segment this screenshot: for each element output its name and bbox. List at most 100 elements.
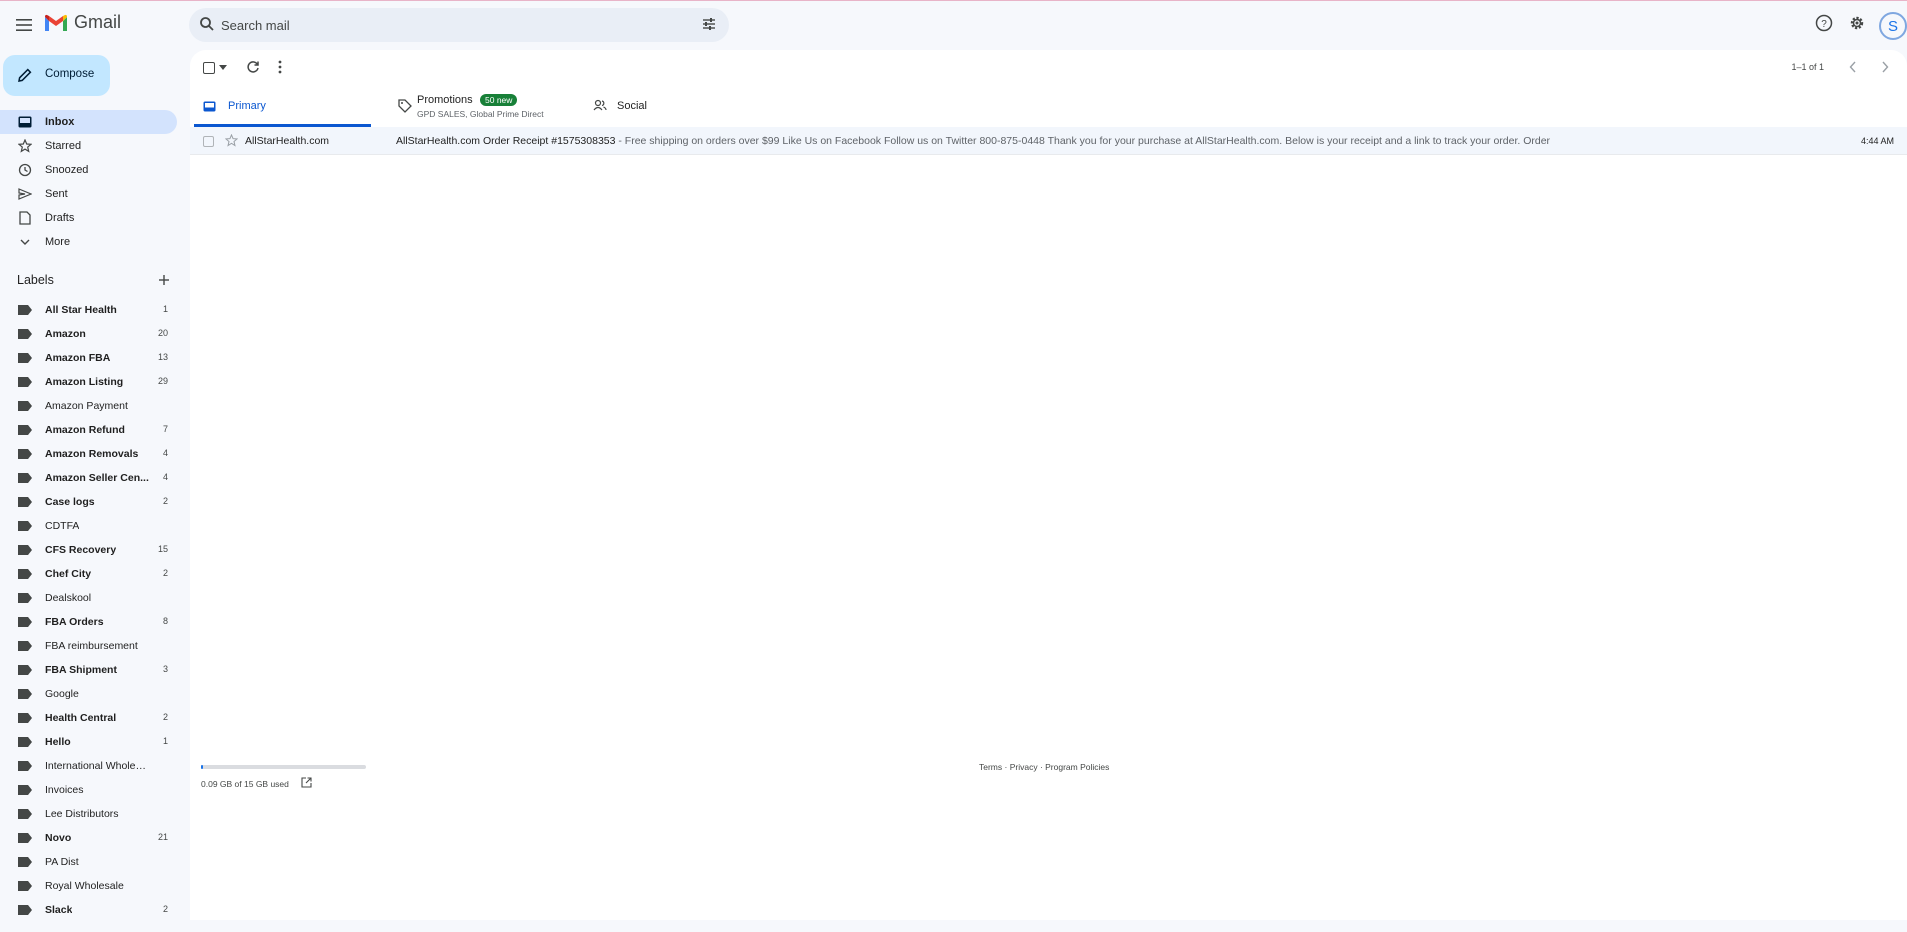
label-tag-icon bbox=[18, 401, 32, 411]
label-item[interactable]: Case logs 2 bbox=[0, 490, 178, 514]
label-item[interactable]: Amazon Refund 7 bbox=[0, 418, 178, 442]
label-tag-icon bbox=[18, 521, 32, 531]
search-input[interactable] bbox=[221, 8, 661, 42]
label-item[interactable]: Amazon Listing 29 bbox=[0, 370, 178, 394]
label-item[interactable]: Amazon Removals 4 bbox=[0, 442, 178, 466]
label-item[interactable]: Lee Distributors bbox=[0, 802, 178, 826]
toolbar: 1–1 of 1 bbox=[190, 50, 1907, 85]
nav-label: Sent bbox=[45, 188, 68, 200]
email-time: 4:44 AM bbox=[1860, 136, 1894, 146]
tab-primary[interactable]: Primary bbox=[194, 85, 371, 127]
label-item[interactable]: FBA reimbursement bbox=[0, 634, 178, 658]
label-tag-icon bbox=[18, 641, 32, 651]
tab-social[interactable]: Social bbox=[584, 85, 761, 127]
label-count: 20 bbox=[157, 328, 168, 338]
footer-links: Terms · Privacy · Program Policies bbox=[979, 762, 1109, 772]
terms-link[interactable]: Terms bbox=[979, 762, 1002, 772]
search-options-icon[interactable] bbox=[701, 16, 717, 32]
label-name: Amazon Seller Cen... bbox=[45, 472, 149, 484]
label-name: Lee Distributors bbox=[45, 808, 119, 820]
privacy-link[interactable]: Privacy bbox=[1010, 762, 1038, 772]
label-item[interactable]: PA Dist bbox=[0, 850, 178, 874]
open-in-new-icon[interactable] bbox=[301, 777, 312, 788]
label-count: 1 bbox=[162, 304, 168, 314]
hamburger-icon bbox=[16, 19, 32, 31]
nav-item-inbox[interactable]: Inbox bbox=[0, 110, 177, 134]
row-checkbox[interactable] bbox=[203, 136, 214, 147]
nav-item-drafts[interactable]: Drafts bbox=[0, 206, 177, 230]
label-item[interactable]: All Star Health 1 bbox=[0, 298, 178, 322]
select-caret-icon[interactable] bbox=[219, 65, 227, 70]
label-item[interactable]: Amazon Seller Cen... 4 bbox=[0, 466, 178, 490]
label-tag-icon bbox=[18, 857, 32, 867]
nav-item-starred[interactable]: Starred bbox=[0, 134, 177, 158]
label-item[interactable]: Amazon Payment bbox=[0, 394, 178, 418]
inbox-icon bbox=[203, 100, 216, 115]
label-name: PA Dist bbox=[45, 856, 79, 868]
new-count-badge: 50 new bbox=[480, 94, 518, 106]
label-item[interactable]: Google bbox=[0, 682, 178, 706]
nav-item-sent[interactable]: Sent bbox=[0, 182, 177, 206]
select-all-checkbox[interactable] bbox=[203, 62, 215, 74]
email-row[interactable]: AllStarHealth.com AllStarHealth.com Orde… bbox=[190, 127, 1907, 155]
label-item[interactable]: FBA Shipment 3 bbox=[0, 658, 178, 682]
storage-text: 0.09 GB of 15 GB used bbox=[201, 779, 289, 789]
label-count: 2 bbox=[162, 496, 168, 506]
email-snippet: AllStarHealth.com Order Receipt #1575308… bbox=[396, 135, 1550, 147]
label-item[interactable]: International Wholesale bbox=[0, 754, 178, 778]
label-item[interactable]: CFS Recovery 15 bbox=[0, 538, 178, 562]
label-item[interactable]: Invoices bbox=[0, 778, 178, 802]
label-item[interactable]: Chef City 2 bbox=[0, 562, 178, 586]
inbox-icon bbox=[18, 115, 32, 129]
label-item[interactable]: Novo 21 bbox=[0, 826, 178, 850]
label-tag-icon bbox=[18, 881, 32, 891]
add-label-icon[interactable] bbox=[157, 273, 171, 287]
label-tag-icon bbox=[18, 569, 32, 579]
tab-promotions[interactable]: Promotions 50 new GPD SALES, Global Prim… bbox=[389, 85, 566, 127]
search-icon[interactable] bbox=[199, 16, 215, 32]
more-vert-icon[interactable] bbox=[278, 60, 282, 74]
label-name: Case logs bbox=[45, 496, 95, 508]
gmail-m-icon bbox=[45, 14, 67, 31]
nav-label: More bbox=[45, 236, 71, 248]
main-panel: 1–1 of 1 Primary Promotions 50 new GPD S… bbox=[190, 50, 1907, 920]
compose-button[interactable]: Compose bbox=[3, 55, 110, 96]
label-name: FBA Orders bbox=[45, 616, 104, 628]
label-item[interactable]: Amazon FBA 13 bbox=[0, 346, 178, 370]
label-item[interactable]: FBA Orders 8 bbox=[0, 610, 178, 634]
label-tag-icon bbox=[18, 545, 32, 555]
help-icon[interactable]: ? bbox=[1815, 14, 1833, 32]
label-item[interactable]: CDTFA bbox=[0, 514, 178, 538]
label-item[interactable]: Dealskool bbox=[0, 586, 178, 610]
label-item[interactable]: Royal Wholesale bbox=[0, 874, 178, 898]
label-item[interactable]: Health Central 2 bbox=[0, 706, 178, 730]
label-tag-icon bbox=[18, 689, 32, 699]
label-count: 7 bbox=[162, 424, 168, 434]
label-item[interactable]: Hello 1 bbox=[0, 730, 178, 754]
label-count: 8 bbox=[162, 616, 168, 626]
main-menu-button[interactable] bbox=[10, 11, 38, 39]
footer-separator: · bbox=[1037, 762, 1046, 772]
nav-item-more[interactable]: More bbox=[0, 230, 177, 254]
label-tag-icon bbox=[18, 305, 32, 315]
star-icon[interactable] bbox=[225, 134, 238, 147]
label-item[interactable]: Slack 2 bbox=[0, 898, 178, 922]
chevron-right-icon[interactable] bbox=[1881, 61, 1889, 73]
program-policies-link[interactable]: Program Policies bbox=[1045, 762, 1109, 772]
label-tag-icon bbox=[18, 329, 32, 339]
refresh-icon[interactable] bbox=[246, 60, 260, 74]
tab-label: Promotions bbox=[417, 94, 473, 106]
search-bar[interactable] bbox=[189, 8, 729, 42]
label-tag-icon bbox=[18, 617, 32, 627]
label-item[interactable]: Amazon 20 bbox=[0, 322, 178, 346]
gear-icon[interactable] bbox=[1848, 14, 1866, 32]
nav-label: Starred bbox=[45, 140, 82, 152]
gmail-logo[interactable]: Gmail bbox=[44, 12, 121, 33]
nav-item-snoozed[interactable]: Snoozed bbox=[0, 158, 177, 182]
chevron-left-icon[interactable] bbox=[1849, 61, 1857, 73]
label-count: 4 bbox=[162, 472, 168, 482]
label-tag-icon bbox=[18, 737, 32, 747]
draft-icon bbox=[18, 211, 32, 225]
account-avatar[interactable]: S bbox=[1879, 12, 1907, 40]
clock-icon bbox=[18, 163, 32, 177]
